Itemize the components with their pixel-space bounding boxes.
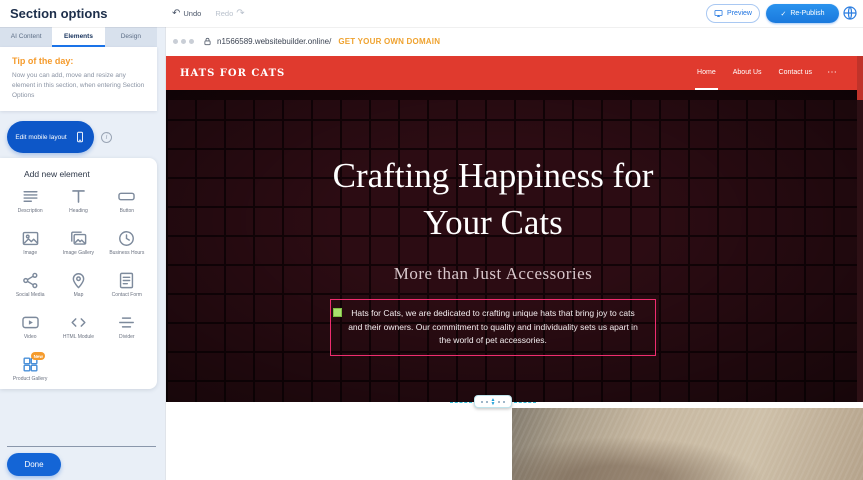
window-dot bbox=[173, 39, 178, 44]
browser-bar: n1566589.websitebuilder.online/ GET YOUR… bbox=[166, 27, 863, 56]
site-nav: Home About Us Contact us ⋯ bbox=[695, 56, 837, 90]
check-icon: ✓ bbox=[780, 10, 786, 18]
sidebar-divider bbox=[7, 446, 156, 447]
handle-dotted-line bbox=[481, 401, 488, 403]
edit-mobile-label: Edit mobile layout bbox=[15, 134, 66, 141]
hero-heading-line1: Crafting Happiness for bbox=[333, 156, 654, 195]
mobile-layout-row: Edit mobile layout i bbox=[7, 121, 165, 153]
social-media-icon bbox=[21, 271, 40, 290]
button-icon bbox=[117, 187, 136, 206]
element-item-contact-form[interactable]: Contact Form bbox=[103, 271, 151, 308]
element-item-business-hours[interactable]: Business Hours bbox=[103, 229, 151, 266]
map-pin-icon bbox=[69, 271, 88, 290]
description-icon bbox=[21, 187, 40, 206]
heading-icon bbox=[69, 187, 88, 206]
element-item-button[interactable]: Button bbox=[103, 187, 151, 224]
nav-item-about-us[interactable]: About Us bbox=[731, 56, 764, 90]
site-header: HATS FOR CATS Home About Us Contact us ⋯ bbox=[166, 56, 863, 90]
redo-icon: ↷ bbox=[236, 9, 244, 19]
language-globe-icon[interactable] bbox=[842, 5, 858, 21]
add-element-title: Add new element bbox=[0, 158, 157, 185]
next-section-area bbox=[166, 402, 863, 480]
contact-form-icon bbox=[117, 271, 136, 290]
tab-elements[interactable]: Elements bbox=[52, 27, 104, 47]
sidebar-tabs: AI Content Elements Design bbox=[0, 27, 157, 47]
phone-icon bbox=[74, 131, 86, 143]
element-item-divider[interactable]: Divider bbox=[103, 313, 151, 350]
sidebar: AI Content Elements Design Tip of the da… bbox=[0, 27, 166, 480]
hero-description-text: Hats for Cats, we are dedicated to craft… bbox=[348, 308, 638, 345]
video-icon bbox=[21, 313, 40, 332]
preview-scrollbar-track[interactable] bbox=[857, 100, 863, 402]
html-code-icon bbox=[69, 313, 88, 332]
element-item-description[interactable]: Description bbox=[6, 187, 54, 224]
next-section-photo[interactable] bbox=[512, 408, 863, 480]
add-element-panel: Add new element Description Heading Butt… bbox=[0, 158, 157, 389]
undo-button[interactable]: ↶ Undo bbox=[172, 9, 201, 19]
nav-item-contact-us[interactable]: Contact us bbox=[777, 56, 814, 90]
lock-icon bbox=[203, 37, 212, 46]
element-item-image-gallery[interactable]: Image Gallery bbox=[54, 229, 102, 266]
hero-heading[interactable]: Crafting Happiness for Your Cats bbox=[166, 152, 820, 246]
preview-label: Preview bbox=[727, 10, 752, 17]
business-hours-icon bbox=[117, 229, 136, 248]
preview-button[interactable]: Preview bbox=[706, 4, 760, 23]
element-item-map[interactable]: Map bbox=[54, 271, 102, 308]
image-gallery-icon bbox=[69, 229, 88, 248]
new-badge: New bbox=[31, 352, 45, 360]
resize-arrows-icon: ▲ ▼ bbox=[491, 398, 496, 406]
section-resize-handle[interactable]: ▲ ▼ bbox=[474, 395, 512, 408]
topbar: Section options ↶ Undo Redo ↷ Preview ✓ … bbox=[0, 0, 863, 27]
window-dot bbox=[189, 39, 194, 44]
divider-icon bbox=[117, 313, 136, 332]
nav-item-home[interactable]: Home bbox=[695, 56, 718, 90]
site-url: n1566589.websitebuilder.online/ bbox=[217, 37, 331, 46]
hero-section[interactable]: Crafting Happiness for Your Cats More th… bbox=[166, 90, 863, 402]
hero-content: Crafting Happiness for Your Cats More th… bbox=[166, 90, 820, 356]
element-item-html-module[interactable]: HTML Module bbox=[54, 313, 102, 350]
element-item-image[interactable]: Image bbox=[6, 229, 54, 266]
done-button[interactable]: Done bbox=[7, 453, 61, 476]
element-item-social-media[interactable]: Social Media bbox=[6, 271, 54, 308]
element-item-video[interactable]: Video bbox=[6, 313, 54, 350]
preview-scrollbar-thumb[interactable] bbox=[857, 56, 863, 100]
undo-label: Undo bbox=[183, 9, 201, 18]
get-own-domain-link[interactable]: GET YOUR OWN DOMAIN bbox=[338, 37, 440, 46]
undo-redo-group: ↶ Undo Redo ↷ bbox=[172, 0, 245, 27]
tip-of-the-day-card: Tip of the day: Now you can add, move an… bbox=[0, 47, 157, 111]
element-drag-handle[interactable] bbox=[333, 308, 342, 317]
info-icon[interactable]: i bbox=[101, 132, 112, 143]
nav-more-icon[interactable]: ⋯ bbox=[827, 68, 837, 78]
image-icon bbox=[21, 229, 40, 248]
republish-button[interactable]: ✓ Re-Publish bbox=[766, 4, 839, 23]
tip-title: Tip of the day: bbox=[12, 56, 145, 66]
element-item-product-gallery[interactable]: New Product Gallery bbox=[6, 355, 54, 389]
republish-label: Re-Publish bbox=[790, 10, 824, 17]
window-dot bbox=[181, 39, 186, 44]
tab-design[interactable]: Design bbox=[105, 27, 157, 47]
website-builder-app: Section options ↶ Undo Redo ↷ Preview ✓ … bbox=[0, 0, 863, 480]
hero-heading-line2: Your Cats bbox=[423, 203, 562, 242]
hero-subheading[interactable]: More than Just Accessories bbox=[166, 264, 820, 284]
undo-icon: ↶ bbox=[172, 9, 180, 19]
element-item-heading[interactable]: Heading bbox=[54, 187, 102, 224]
monitor-icon bbox=[714, 9, 723, 18]
edit-mobile-layout-button[interactable]: Edit mobile layout bbox=[7, 121, 94, 153]
hero-description-selected[interactable]: Hats for Cats, we are dedicated to craft… bbox=[330, 299, 656, 356]
tip-body: Now you can add, move and resize any ele… bbox=[12, 71, 145, 100]
handle-dotted-line bbox=[498, 401, 505, 403]
redo-label: Redo bbox=[215, 9, 233, 18]
window-control-dots bbox=[173, 39, 194, 44]
site-logo[interactable]: HATS FOR CATS bbox=[180, 68, 285, 79]
element-grid: Description Heading Button Image Image G… bbox=[0, 185, 157, 389]
site-preview-canvas: n1566589.websitebuilder.online/ GET YOUR… bbox=[166, 27, 863, 480]
redo-button[interactable]: Redo ↷ bbox=[215, 9, 244, 19]
page-title: Section options bbox=[10, 6, 108, 21]
tab-ai-content[interactable]: AI Content bbox=[0, 27, 52, 47]
